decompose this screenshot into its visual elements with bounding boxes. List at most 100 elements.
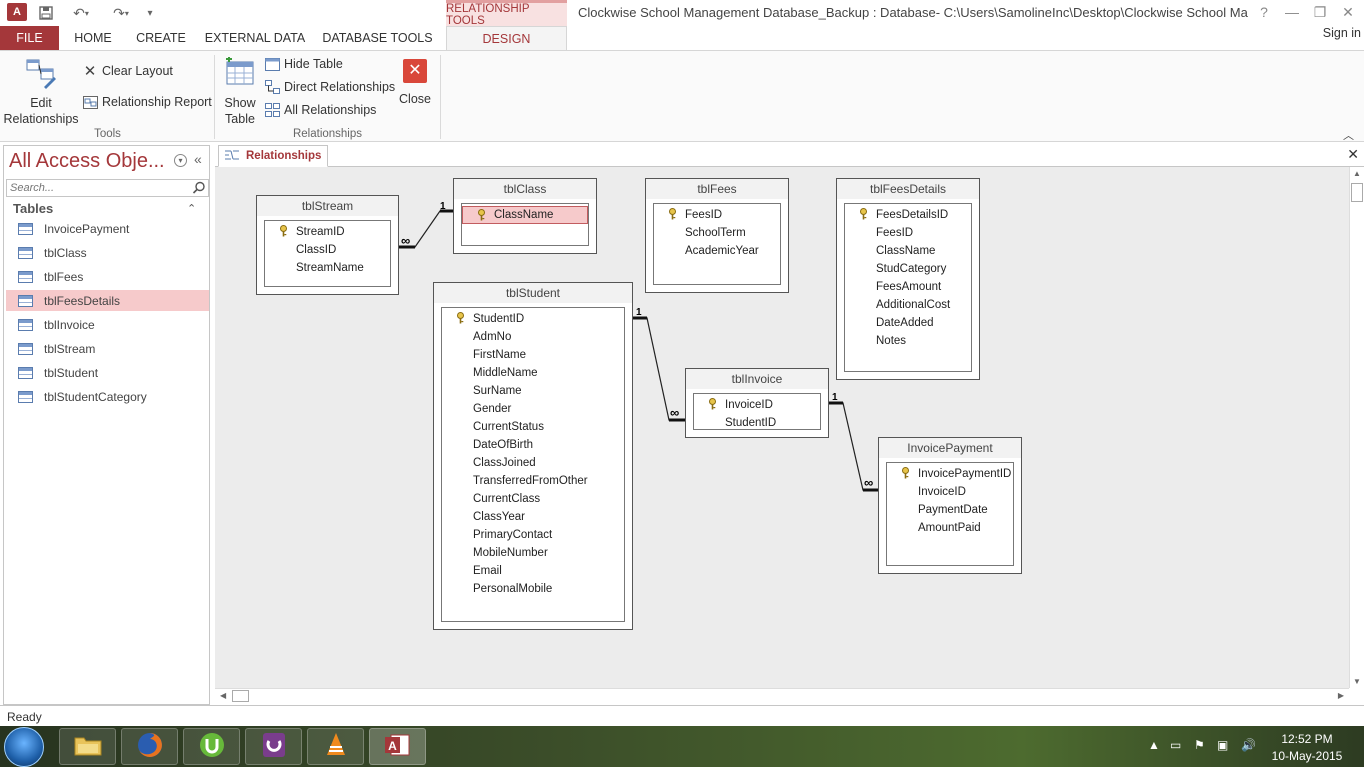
redo-icon[interactable]: ↷ ▾	[106, 3, 136, 23]
field-notes[interactable]: Notes	[845, 332, 971, 350]
field-classid[interactable]: ClassID	[265, 241, 390, 259]
field-list[interactable]: InvoiceID StudentID	[693, 393, 821, 430]
field-classname[interactable]: ClassName	[845, 242, 971, 260]
help-button[interactable]: ?	[1250, 2, 1278, 22]
table-window-tblstream[interactable]: tblStream StreamID ClassID StreamName	[256, 195, 399, 295]
scroll-up-arrow-icon[interactable]: ▲	[1353, 169, 1361, 178]
field-classjoined[interactable]: ClassJoined	[442, 454, 624, 472]
field-invoicepaymentid[interactable]: InvoicePaymentID	[887, 465, 1013, 483]
field-primarycontact[interactable]: PrimaryContact	[442, 526, 624, 544]
close-relationships-button[interactable]: ✕ Close	[397, 59, 433, 107]
nav-item-invoicepayment[interactable]: InvoicePayment	[6, 218, 209, 239]
shutter-bar-close-icon[interactable]: «	[194, 151, 202, 167]
relationships-canvas[interactable]: tblStream StreamID ClassID StreamName tblCla…	[215, 167, 1349, 688]
tab-design[interactable]: DESIGN	[446, 26, 567, 51]
table-window-tblfees[interactable]: tblFees FeesID SchoolTerm AcademicYear	[645, 178, 789, 293]
save-icon[interactable]	[36, 3, 56, 23]
field-transferredfromother[interactable]: TransferredFromOther	[442, 472, 624, 490]
field-firstname[interactable]: FirstName	[442, 346, 624, 364]
table-window-title[interactable]: tblFeesDetails	[837, 179, 979, 199]
collapse-ribbon-icon[interactable]: ︿	[1343, 127, 1354, 143]
hide-table-button[interactable]: Hide Table	[264, 57, 343, 71]
field-paymentdate[interactable]: PaymentDate	[887, 501, 1013, 519]
customize-quick-access-icon[interactable]: ▾	[143, 3, 157, 23]
table-window-title[interactable]: tblStream	[257, 196, 398, 216]
table-window-title[interactable]: tblStudent	[434, 283, 632, 303]
field-classyear[interactable]: ClassYear	[442, 508, 624, 526]
field-feesid[interactable]: FeesID	[845, 224, 971, 242]
collapse-group-icon[interactable]: ⌃	[187, 202, 196, 215]
field-additionalcost[interactable]: AdditionalCost	[845, 296, 971, 314]
field-studentid[interactable]: StudentID	[694, 414, 820, 432]
table-window-title[interactable]: InvoicePayment	[879, 438, 1021, 458]
table-window-title[interactable]: tblClass	[454, 179, 596, 199]
field-middlename[interactable]: MiddleName	[442, 364, 624, 382]
search-icon[interactable]	[192, 181, 206, 198]
nav-item-tblstudent[interactable]: tblStudent	[6, 362, 209, 383]
tab-create[interactable]: CREATE	[127, 26, 195, 50]
field-email[interactable]: Email	[442, 562, 624, 580]
field-currentstatus[interactable]: CurrentStatus	[442, 418, 624, 436]
scroll-down-arrow-icon[interactable]: ▼	[1353, 677, 1361, 686]
field-studcategory[interactable]: StudCategory	[845, 260, 971, 278]
tab-file[interactable]: FILE	[0, 26, 59, 50]
relationship-report-button[interactable]: Relationship Report	[82, 95, 212, 109]
search-input[interactable]	[10, 181, 185, 195]
start-button[interactable]	[4, 727, 44, 767]
field-feesamount[interactable]: FeesAmount	[845, 278, 971, 296]
tab-external-data[interactable]: EXTERNAL DATA	[195, 26, 315, 50]
show-hidden-icons-icon[interactable]: ▲	[1148, 738, 1160, 752]
nav-item-tblinvoice[interactable]: tblInvoice	[6, 314, 209, 335]
nav-item-tblfeesdetails[interactable]: tblFeesDetails	[6, 290, 209, 311]
table-window-invoicepayment[interactable]: InvoicePayment InvoicePaymentID InvoiceID P…	[878, 437, 1022, 574]
table-window-tblfeesdetails[interactable]: tblFeesDetails FeesDetailsID FeesID ClassNa…	[836, 178, 980, 380]
field-surname[interactable]: SurName	[442, 382, 624, 400]
field-classname[interactable]: ClassName	[462, 206, 588, 224]
vertical-scrollbar[interactable]: ▲ ▼	[1349, 167, 1364, 688]
field-mobilenumber[interactable]: MobileNumber	[442, 544, 624, 562]
field-studentid[interactable]: StudentID	[442, 310, 624, 328]
minimize-button[interactable]: —	[1278, 2, 1306, 22]
table-window-tblclass[interactable]: tblClass ClassName	[453, 178, 597, 254]
tab-home[interactable]: HOME	[59, 26, 127, 50]
scroll-left-arrow-icon[interactable]: ◀	[220, 691, 226, 700]
nav-item-tblfees[interactable]: tblFees	[6, 266, 209, 287]
edit-relationships-button[interactable]: Edit Relationships	[3, 57, 79, 127]
action-center-flag-icon[interactable]: ⚑	[1194, 738, 1205, 752]
taskbar-firefox[interactable]	[121, 728, 178, 765]
field-schoolterm[interactable]: SchoolTerm	[654, 224, 780, 242]
field-feesdetailsid[interactable]: FeesDetailsID	[845, 206, 971, 224]
nav-pane-title[interactable]: All Access Obje...	[9, 150, 165, 173]
nav-item-tblstream[interactable]: tblStream	[6, 338, 209, 359]
field-invoiceid[interactable]: InvoiceID	[694, 396, 820, 414]
field-feesid[interactable]: FeesID	[654, 206, 780, 224]
field-streamname[interactable]: StreamName	[265, 259, 390, 277]
volume-icon[interactable]: 🔊	[1241, 738, 1256, 752]
nav-menu-dropdown-icon[interactable]: ▾	[174, 154, 187, 167]
clock-date[interactable]: 10-May-2015	[1262, 749, 1352, 763]
taskbar-file-explorer[interactable]	[59, 728, 116, 765]
nav-item-tblstudentcategory[interactable]: tblStudentCategory	[6, 386, 209, 407]
restore-button[interactable]: ❐	[1306, 2, 1334, 22]
access-app-icon[interactable]: A	[7, 3, 27, 21]
field-list[interactable]: InvoicePaymentID InvoiceID PaymentDate Amou…	[886, 462, 1014, 566]
field-invoiceid[interactable]: InvoiceID	[887, 483, 1013, 501]
field-gender[interactable]: Gender	[442, 400, 624, 418]
table-window-tblstudent[interactable]: tblStudent StudentID AdmNo FirstName MiddleN…	[433, 282, 633, 630]
table-window-tblinvoice[interactable]: tblInvoice InvoiceID StudentID	[685, 368, 829, 438]
field-amountpaid[interactable]: AmountPaid	[887, 519, 1013, 537]
horizontal-scrollbar[interactable]: ◀ ▶	[215, 688, 1349, 704]
field-list[interactable]: StreamID ClassID StreamName	[264, 220, 391, 287]
taskbar-utorrent[interactable]	[183, 728, 240, 765]
sign-in-link[interactable]: Sign in	[1323, 26, 1363, 46]
network-icon[interactable]: ▣	[1217, 738, 1228, 752]
nav-item-tblclass[interactable]: tblClass	[6, 242, 209, 263]
nav-group-tables[interactable]: Tables	[13, 201, 53, 216]
field-list[interactable]: FeesID SchoolTerm AcademicYear	[653, 203, 781, 285]
taskbar-vlc[interactable]	[307, 728, 364, 765]
clock-time[interactable]: 12:52 PM	[1262, 732, 1352, 746]
show-table-button[interactable]: Show Table	[220, 56, 260, 127]
close-window-button[interactable]: ✕	[1334, 2, 1362, 22]
field-currentclass[interactable]: CurrentClass	[442, 490, 624, 508]
scroll-right-arrow-icon[interactable]: ▶	[1338, 691, 1344, 700]
